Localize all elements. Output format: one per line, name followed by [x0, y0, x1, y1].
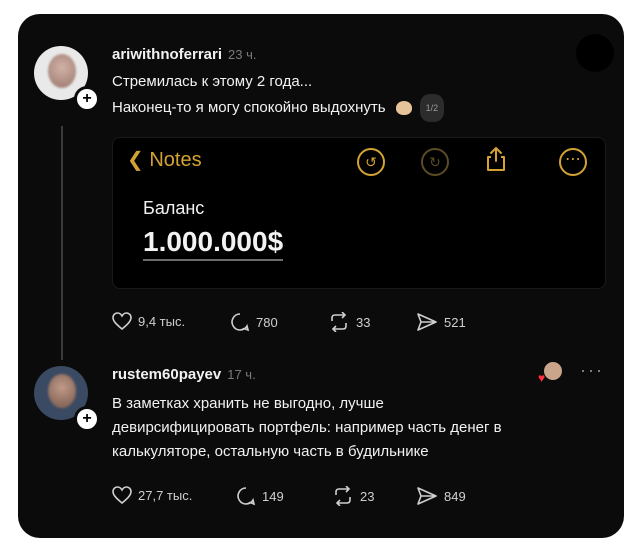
author-liked-avatar [544, 362, 562, 380]
notes-screenshot[interactable]: ❮ Notes ↺ ↻ ⋯ Баланс 1.000.000$ [112, 137, 606, 289]
undo-icon: ↺ [357, 148, 385, 176]
more-icon[interactable]: ··· [580, 360, 604, 381]
reply-actions: 27,7 тыс. 149 23 849 [112, 486, 532, 510]
repost-icon [335, 486, 351, 506]
post-username-text[interactable]: ariwithnoferrari [112, 46, 222, 63]
like-count: 27,7 тыс. [138, 487, 193, 503]
share-button[interactable]: 521 [416, 312, 466, 332]
thread-line [61, 126, 63, 360]
post-line-2-text: Наконец-то я могу спокойно выдохнуть [112, 98, 386, 116]
redo-icon: ↻ [421, 148, 449, 176]
blurred-face [48, 54, 76, 88]
follow-plus-icon[interactable]: + [74, 86, 100, 112]
post-line-1: Стремилась к этому 2 года... [112, 73, 313, 90]
comment-button[interactable]: 149 [236, 486, 284, 506]
reply-time: 17 ч. [227, 367, 256, 382]
reply-username-text[interactable]: rustem60payev [112, 366, 221, 383]
media-counter: 1/2 [419, 94, 445, 122]
reply-username[interactable]: rustem60payev 17 ч. [112, 366, 256, 383]
overlay-circle [576, 34, 614, 72]
heart-icon [112, 312, 132, 330]
share-count: 849 [444, 488, 466, 504]
post-text: Стремилась к этому 2 года... Наконец-то … [112, 70, 445, 122]
repost-count: 33 [356, 314, 371, 330]
share-icon [417, 313, 437, 331]
threads-card: + ariwithnoferrari 23 ч. Стремилась к это… [18, 14, 624, 538]
repost-button[interactable]: 23 [332, 486, 374, 506]
heart-icon [112, 486, 132, 504]
notes-label: Баланс [143, 198, 205, 218]
reply-line-2: девирсифицировать портфель: например час… [112, 419, 502, 436]
notes-back-button: ❮ Notes [127, 147, 202, 172]
comment-icon [231, 313, 250, 332]
like-button[interactable]: 9,4 тыс. [112, 312, 185, 330]
repost-icon [331, 312, 347, 332]
share-upload-icon [487, 147, 505, 171]
reply-text: В заметках хранить не выгодно, лучше дев… [112, 392, 502, 464]
comment-count: 780 [256, 314, 278, 330]
notes-back-label: Notes [149, 149, 202, 171]
blurred-face [48, 374, 76, 408]
chevron-left-icon: ❮ [127, 149, 144, 171]
like-button[interactable]: 27,7 тыс. [112, 486, 192, 504]
post-username[interactable]: ariwithnoferrari 23 ч. [112, 46, 257, 63]
share-button[interactable]: 849 [416, 486, 466, 506]
comment-icon [237, 487, 256, 506]
share-icon [417, 487, 437, 505]
like-count: 9,4 тыс. [138, 313, 186, 329]
share-count: 521 [444, 314, 466, 330]
more-icon: ⋯ [559, 148, 587, 176]
post-time: 23 ч. [228, 47, 257, 62]
comment-count: 149 [262, 488, 284, 504]
clapping-hands-icon [395, 101, 412, 115]
follow-plus-icon[interactable]: + [74, 406, 100, 432]
post-line-2: Наконец-то я могу спокойно выдохнуть 1/2 [112, 94, 445, 122]
repost-button[interactable]: 33 [328, 312, 370, 332]
comment-button[interactable]: 780 [230, 312, 278, 332]
post-actions: 9,4 тыс. 780 33 521 [112, 312, 532, 336]
repost-count: 23 [360, 488, 375, 504]
reply-line-1: В заметках хранить не выгодно, лучше [112, 395, 384, 412]
notes-amount: 1.000.000$ [143, 226, 284, 261]
reply-line-3: калькуляторе, остальную часть в будильни… [112, 443, 429, 460]
